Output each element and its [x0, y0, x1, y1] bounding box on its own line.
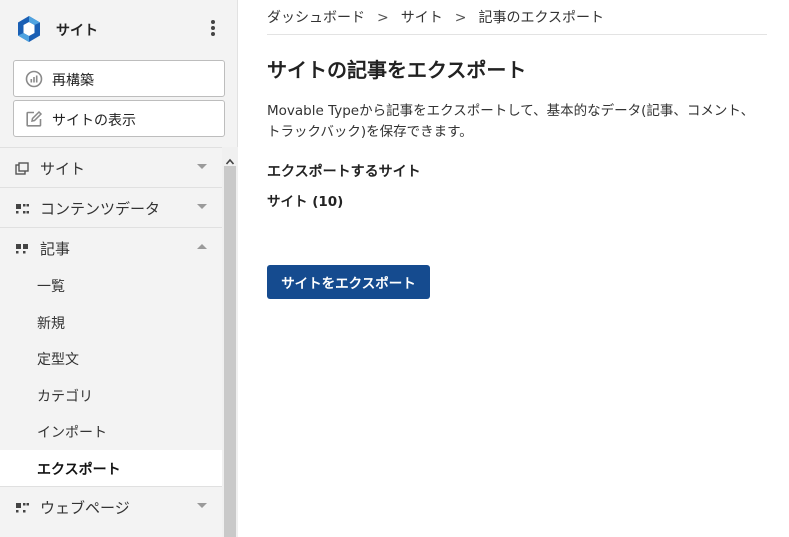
menu-item-webpages[interactable]: ウェブページ	[0, 486, 222, 526]
submenu-item-label: エクスポート	[37, 461, 121, 478]
content-data-icon	[15, 201, 29, 215]
submenu-item-label: 定型文	[37, 352, 79, 368]
view-site-label: サイトの表示	[52, 113, 136, 129]
entry-icon	[15, 241, 29, 255]
submenu-item-boilerplate[interactable]: 定型文	[0, 340, 222, 377]
breadcrumb-dashboard[interactable]: ダッシュボード	[267, 10, 365, 26]
submenu-item-label: カテゴリ	[37, 388, 93, 405]
submenu-item-list[interactable]: 一覧	[0, 267, 222, 304]
chevron-down-icon	[197, 503, 207, 508]
breadcrumb: ダッシュボード > サイト > 記事のエクスポート	[267, 7, 767, 35]
rebuild-button[interactable]: 再構築	[13, 60, 225, 97]
submenu-item-label: 新規	[37, 315, 65, 332]
menu-item-content-data[interactable]: コンテンツデータ	[0, 187, 222, 227]
submenu-item-new[interactable]: 新規	[0, 304, 222, 341]
breadcrumb-current: 記事のエクスポート	[478, 10, 605, 26]
site-stack-icon	[15, 161, 29, 175]
page-description: Movable Typeから記事をエクスポートして、基本的なデータ(記事、コメン…	[267, 103, 755, 140]
breadcrumb-site[interactable]: サイト	[401, 10, 443, 26]
export-site-heading: エクスポートするサイト	[267, 164, 421, 180]
submenu-item-import[interactable]: インポート	[0, 413, 222, 450]
submenu-item-export[interactable]: エクスポート	[0, 449, 222, 486]
menu-item-label: コンテンツデータ	[40, 200, 161, 218]
page-title: サイトの記事をエクスポート	[267, 58, 527, 82]
edit-square-icon	[25, 110, 43, 128]
chevron-up-icon	[197, 244, 207, 249]
menu-item-site[interactable]: サイト	[0, 147, 222, 187]
menu-item-label: サイト	[40, 160, 86, 178]
scroll-up-arrow-icon[interactable]	[225, 152, 235, 165]
submenu-item-label: 一覧	[37, 279, 65, 295]
sidebar-menu: サイト コンテンツデータ 記事 一覧 新規 定型文 カテゴリ インポート エクス…	[0, 147, 222, 526]
site-name[interactable]: サイト	[56, 20, 98, 40]
menu-item-label: 記事	[40, 240, 71, 258]
rebuild-label: 再構築	[52, 73, 94, 89]
menu-item-entries[interactable]: 記事	[0, 227, 222, 267]
movable-type-logo-icon[interactable]	[14, 14, 44, 44]
chevron-down-icon	[197, 164, 207, 169]
more-menu-icon[interactable]	[205, 18, 221, 40]
view-site-button[interactable]: サイトの表示	[13, 100, 225, 137]
sidebar-scrollbar-thumb[interactable]	[224, 166, 236, 537]
breadcrumb-separator: >	[454, 10, 467, 26]
brand-header: サイト	[0, 0, 238, 56]
chevron-down-icon	[197, 204, 207, 209]
menu-item-label: ウェブページ	[40, 499, 130, 517]
sidebar: サイト 再構築 サイトの表示 サイト コンテンツデータ 記事 一覧 新規 定型文…	[0, 0, 238, 537]
breadcrumb-separator: >	[377, 10, 389, 26]
rebuild-gauge-icon	[25, 70, 43, 88]
submenu-item-label: インポート	[37, 425, 107, 441]
export-site-button[interactable]: サイトをエクスポート	[267, 265, 430, 299]
webpage-icon	[15, 500, 29, 514]
selected-site: サイト (10)	[267, 194, 344, 210]
submenu-item-category[interactable]: カテゴリ	[0, 377, 222, 414]
